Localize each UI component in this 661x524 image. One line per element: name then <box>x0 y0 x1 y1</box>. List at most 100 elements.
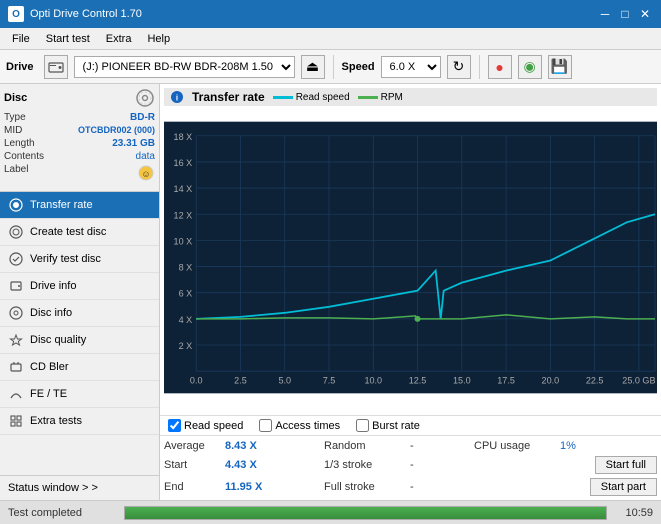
svg-text:20.0: 20.0 <box>542 375 560 385</box>
toolbar-separator-2 <box>479 55 480 79</box>
progress-bar-fill <box>125 507 606 519</box>
svg-text:7.5: 7.5 <box>323 375 336 385</box>
one-third-cell: 1/3 stroke - <box>324 459 474 471</box>
svg-text:8 X: 8 X <box>179 263 193 273</box>
chart-container: i Transfer rate Read speed RPM <box>160 84 661 415</box>
nav-item-verify-test-disc[interactable]: Verify test disc <box>0 246 159 273</box>
nav-item-extra-tests[interactable]: Extra tests <box>0 408 159 435</box>
average-cell: Average 8.43 X <box>164 440 324 452</box>
red-disc-button[interactable]: ● <box>488 55 512 79</box>
start-full-button[interactable]: Start full <box>595 456 657 474</box>
disc-header-label: Disc <box>4 92 27 104</box>
save-button[interactable]: 💾 <box>548 55 572 79</box>
minimize-button[interactable]: ─ <box>597 6 613 22</box>
menu-help[interactable]: Help <box>139 31 178 47</box>
nav-verify-test-disc-label: Verify test disc <box>30 253 101 265</box>
green-disc-button[interactable]: ◉ <box>518 55 542 79</box>
legend-rpm: RPM <box>358 92 403 103</box>
progress-bar-outer <box>124 506 607 520</box>
drive-icon-button[interactable] <box>44 55 68 79</box>
start-key: Start <box>164 459 219 471</box>
nav-item-fe-te[interactable]: FE / TE <box>0 381 159 408</box>
cd-bler-icon <box>8 359 24 375</box>
transfer-rate-icon <box>8 197 24 213</box>
disc-mid-row: MID OTCBDR002 (000) <box>4 125 155 136</box>
refresh-button[interactable]: ↻ <box>447 55 471 79</box>
app-icon: O <box>8 6 24 22</box>
svg-text:17.5: 17.5 <box>497 375 515 385</box>
eject-button[interactable]: ⏏ <box>301 55 325 79</box>
cpu-key: CPU usage <box>474 440 554 452</box>
disc-icon[interactable] <box>135 88 155 108</box>
disc-length-val: 23.31 GB <box>112 138 155 149</box>
start-part-button[interactable]: Start part <box>590 478 657 496</box>
drive-info-icon <box>8 278 24 294</box>
disc-type-val: BD-R <box>130 112 155 123</box>
read-speed-checkbox-label[interactable]: Read speed <box>168 419 243 432</box>
access-times-cb-label: Access times <box>275 420 340 432</box>
nav-disc-info-label: Disc info <box>30 307 72 319</box>
speed-select[interactable]: 6.0 X <box>381 56 441 78</box>
disc-contents-row: Contents data <box>4 151 155 162</box>
svg-text:5.0: 5.0 <box>278 375 291 385</box>
disc-mid-val: OTCBDR002 (000) <box>78 125 155 136</box>
menu-extra[interactable]: Extra <box>98 31 140 47</box>
stats-row-2: Start 4.43 X 1/3 stroke - Start full <box>164 454 657 476</box>
start-full-cell: Start full <box>474 456 657 474</box>
access-times-checkbox-label[interactable]: Access times <box>259 419 340 432</box>
random-cell: Random - <box>324 440 474 452</box>
disc-mid-key: MID <box>4 125 22 136</box>
chart-legend: Read speed RPM <box>273 92 403 103</box>
svg-text:15.0: 15.0 <box>453 375 471 385</box>
maximize-button[interactable]: □ <box>617 6 633 22</box>
burst-rate-checkbox-label[interactable]: Burst rate <box>356 419 420 432</box>
svg-text:22.5: 22.5 <box>586 375 604 385</box>
progress-bar-container: Test completed 10:59 <box>0 500 661 524</box>
access-times-checkbox[interactable] <box>259 419 272 432</box>
nav-list: Transfer rate Create test disc Verify te… <box>0 192 159 475</box>
nav-item-create-test-disc[interactable]: Create test disc <box>0 219 159 246</box>
disc-section: Disc Type BD-R MID OTCBDR002 (000) Lengt… <box>0 84 159 192</box>
read-speed-checkbox[interactable] <box>168 419 181 432</box>
one-third-val: - <box>410 459 440 471</box>
disc-type-key: Type <box>4 112 26 123</box>
svg-text:10.0: 10.0 <box>364 375 382 385</box>
disc-contents-val: data <box>136 151 155 162</box>
nav-create-test-disc-label: Create test disc <box>30 226 106 238</box>
disc-length-key: Length <box>4 138 35 149</box>
svg-text:18 X: 18 X <box>174 132 193 142</box>
menu-start-test[interactable]: Start test <box>38 31 98 47</box>
status-window-label: Status window > > <box>8 482 98 494</box>
cpu-cell: CPU usage 1% <box>474 440 657 452</box>
menu-file[interactable]: File <box>4 31 38 47</box>
chart-title-bar: i Transfer rate Read speed RPM <box>164 88 657 106</box>
svg-text:0.0: 0.0 <box>190 375 203 385</box>
speed-label: Speed <box>342 61 375 73</box>
nav-item-transfer-rate[interactable]: Transfer rate <box>0 192 159 219</box>
svg-text:10 X: 10 X <box>174 236 193 246</box>
end-val: 11.95 X <box>225 481 275 493</box>
drive-select[interactable]: (J:) PIONEER BD-RW BDR-208M 1.50 <box>74 56 295 78</box>
legend-read-speed-label: Read speed <box>296 92 350 103</box>
read-speed-cb-label: Read speed <box>184 420 243 432</box>
disc-label-row: Label ☺ <box>4 164 155 185</box>
nav-item-disc-quality[interactable]: Disc quality <box>0 327 159 354</box>
start-val: 4.43 X <box>225 459 275 471</box>
legend-rpm-label: RPM <box>381 92 403 103</box>
nav-transfer-rate-label: Transfer rate <box>30 199 93 211</box>
fe-te-icon <box>8 386 24 402</box>
nav-item-drive-info[interactable]: Drive info <box>0 273 159 300</box>
average-val: 8.43 X <box>225 440 275 452</box>
nav-disc-quality-label: Disc quality <box>30 334 86 346</box>
random-key: Random <box>324 440 404 452</box>
random-val: - <box>410 440 440 452</box>
burst-rate-checkbox[interactable] <box>356 419 369 432</box>
disc-header: Disc <box>4 88 155 108</box>
nav-item-cd-bler[interactable]: CD Bler <box>0 354 159 381</box>
nav-item-disc-info[interactable]: Disc info <box>0 300 159 327</box>
extra-tests-icon <box>8 413 24 429</box>
cpu-val: 1% <box>560 440 590 452</box>
status-window-button[interactable]: Status window > > <box>0 475 159 500</box>
close-button[interactable]: ✕ <box>637 6 653 22</box>
svg-text:i: i <box>176 94 178 103</box>
